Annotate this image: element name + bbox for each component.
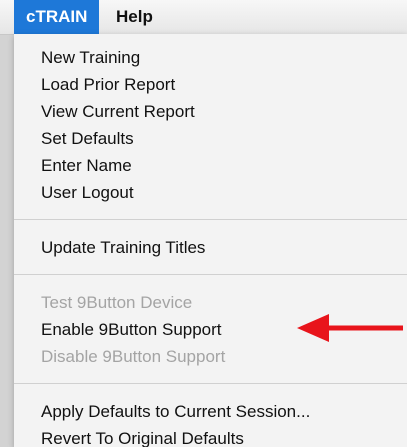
menu-item-enter-name[interactable]: Enter Name [14,152,407,179]
menu-help[interactable]: Help [104,0,165,34]
menu-separator [14,261,407,289]
menu-ctrain[interactable]: cTRAIN [14,0,100,34]
menu-bar: cTRAIN Help [0,0,407,35]
menu-item-list: New Training Load Prior Report View Curr… [14,34,407,447]
menu-separator [14,206,407,234]
ctrain-dropdown-menu: New Training Load Prior Report View Curr… [14,34,407,447]
menu-item-new-training[interactable]: New Training [14,44,407,71]
menu-item-set-defaults[interactable]: Set Defaults [14,125,407,152]
menu-item-revert-to-original-defaults[interactable]: Revert To Original Defaults [14,425,407,447]
menu-item-load-prior-report[interactable]: Load Prior Report [14,71,407,98]
menu-item-update-training-titles[interactable]: Update Training Titles [14,234,407,261]
arrow-left-icon [297,314,403,342]
menu-item-view-current-report[interactable]: View Current Report [14,98,407,125]
menu-separator [14,370,407,398]
menu-item-disable-9button-support: Disable 9Button Support [41,347,226,366]
menu-item-user-logout[interactable]: User Logout [14,179,407,206]
menu-item-apply-defaults-to-current-session[interactable]: Apply Defaults to Current Session... [14,398,407,425]
